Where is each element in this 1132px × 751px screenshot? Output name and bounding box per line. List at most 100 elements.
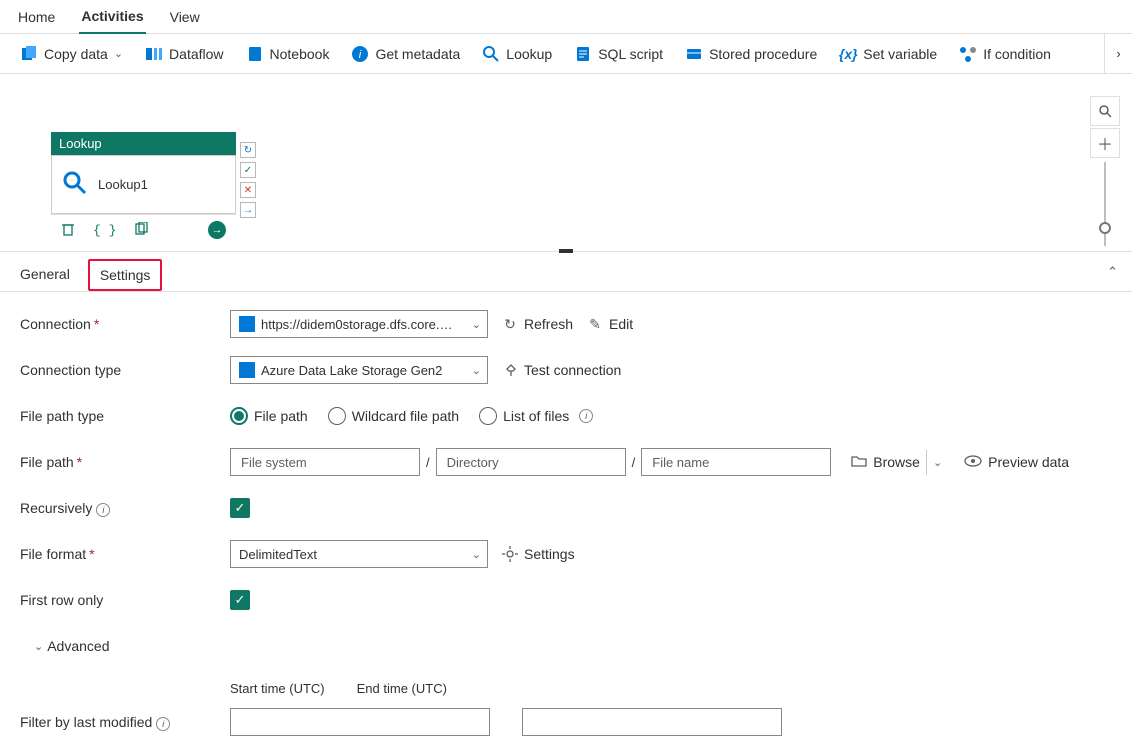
radio-list-of-files[interactable]: List of filesi: [479, 407, 593, 425]
chevron-down-icon: ⌄: [472, 548, 481, 561]
advanced-toggle[interactable]: ⌄ Advanced: [34, 638, 110, 654]
refresh-button[interactable]: ↻ Refresh: [502, 316, 573, 332]
if-condition-icon: [959, 45, 977, 63]
zoom-in-button[interactable]: ＋: [1090, 128, 1120, 158]
connection-select[interactable]: https://didem0storage.dfs.core.w… ⌄: [230, 310, 488, 338]
notebook-icon: [246, 45, 264, 63]
info-icon: i: [156, 717, 170, 731]
connection-type-value: Azure Data Lake Storage Gen2: [261, 363, 442, 378]
plug-icon: [502, 362, 518, 378]
lookup-icon: [482, 45, 500, 63]
preview-data-button[interactable]: Preview data: [964, 454, 1069, 470]
connection-type-select[interactable]: Azure Data Lake Storage Gen2 ⌄: [230, 356, 488, 384]
gear-icon: [502, 546, 518, 562]
dataflow-icon: [145, 45, 163, 63]
ribbon-stored-procedure[interactable]: Stored procedure: [675, 39, 827, 69]
sql-script-icon: [574, 45, 592, 63]
recursively-label: Recursivelyi: [20, 500, 230, 517]
refresh-icon: ↻: [502, 316, 518, 332]
code-icon[interactable]: { }: [93, 223, 116, 238]
stored-procedure-icon: [685, 45, 703, 63]
ribbon-scroll-right[interactable]: ›: [1104, 34, 1132, 73]
menu-view[interactable]: View: [168, 1, 202, 33]
ribbon-dataflow-label: Dataflow: [169, 46, 223, 62]
menu-activities[interactable]: Activities: [79, 0, 145, 34]
start-time-input[interactable]: [230, 708, 490, 736]
badge-skip-icon[interactable]: →: [240, 202, 256, 218]
ribbon-sql-script-label: SQL script: [598, 46, 663, 62]
edit-button[interactable]: ✎ Edit: [587, 316, 633, 332]
activity-name: Lookup1: [98, 177, 148, 192]
ribbon-get-metadata[interactable]: i Get metadata: [341, 39, 470, 69]
ribbon-copy-data-label: Copy data: [44, 46, 108, 62]
activity-lookup-icon: [62, 170, 88, 199]
filter-by-last-modified-label: Filter by last modifiedi: [20, 714, 230, 731]
ribbon-lookup[interactable]: Lookup: [472, 39, 562, 69]
ribbon-copy-data[interactable]: Copy data ⌄: [10, 39, 133, 69]
ribbon-notebook-label: Notebook: [270, 46, 330, 62]
ribbon-sql-script[interactable]: SQL script: [564, 39, 673, 69]
start-time-label: Start time (UTC): [230, 681, 325, 696]
edit-icon: ✎: [587, 316, 603, 332]
chevron-right-icon: ›: [1116, 46, 1120, 61]
edit-label: Edit: [609, 316, 633, 332]
ribbon-lookup-label: Lookup: [506, 46, 552, 62]
ribbon-if-condition-label: If condition: [983, 46, 1051, 62]
radio-wildcard-file-path[interactable]: Wildcard file path: [328, 407, 459, 425]
test-connection-label: Test connection: [524, 362, 621, 378]
arrow-right-icon[interactable]: →: [208, 221, 226, 239]
end-time-input[interactable]: [522, 708, 782, 736]
tab-general[interactable]: General: [16, 257, 74, 291]
recursively-checkbox[interactable]: ✓: [230, 498, 250, 518]
info-icon: i: [579, 409, 593, 423]
file-format-select[interactable]: DelimitedText ⌄: [230, 540, 488, 568]
ribbon-stored-procedure-label: Stored procedure: [709, 46, 817, 62]
badge-success-icon[interactable]: ✓: [240, 162, 256, 178]
zoom-thumb[interactable]: [1099, 222, 1111, 234]
settings-label: Settings: [524, 546, 575, 562]
connection-label: Connection*: [20, 316, 230, 332]
chevron-down-icon: ⌄: [472, 318, 481, 331]
file-format-value: DelimitedText: [239, 547, 317, 562]
info-icon: i: [96, 503, 110, 517]
chevron-down-icon: ⌄: [34, 640, 43, 653]
menu-home[interactable]: Home: [16, 1, 57, 33]
copy-data-icon: [20, 45, 38, 63]
refresh-label: Refresh: [524, 316, 573, 332]
folder-icon: [851, 454, 867, 471]
directory-input[interactable]: [436, 448, 626, 476]
first-row-only-label: First row only: [20, 592, 230, 608]
file-path-type-label: File path type: [20, 408, 230, 424]
chevron-down-icon: ⌄: [114, 47, 123, 60]
browse-button[interactable]: Browse: [851, 454, 920, 471]
collapse-panel-button[interactable]: ⌃: [1107, 264, 1118, 280]
ribbon-get-metadata-label: Get metadata: [375, 46, 460, 62]
file-format-label: File format*: [20, 546, 230, 562]
tab-settings[interactable]: Settings: [88, 259, 163, 291]
activity-card-lookup[interactable]: Lookup Lookup1 { } →: [51, 132, 236, 245]
ribbon-if-condition[interactable]: If condition: [949, 39, 1061, 69]
delete-icon[interactable]: [61, 222, 75, 239]
browse-dropdown[interactable]: ⌄: [926, 450, 948, 475]
connection-type-label: Connection type: [20, 362, 230, 378]
ribbon-dataflow[interactable]: Dataflow: [135, 39, 233, 69]
test-connection-button[interactable]: Test connection: [502, 362, 621, 378]
end-time-label: End time (UTC): [357, 681, 447, 696]
chevron-up-icon: ⌃: [1107, 264, 1118, 279]
datasource-icon: [239, 316, 255, 332]
zoom-fit-button[interactable]: [1090, 96, 1120, 126]
file-system-input[interactable]: [230, 448, 420, 476]
radio-file-path[interactable]: File path: [230, 407, 308, 425]
ribbon-set-variable-label: Set variable: [863, 46, 937, 62]
file-name-input[interactable]: [641, 448, 831, 476]
badge-deactivate-icon[interactable]: ↻: [240, 142, 256, 158]
ribbon-set-variable[interactable]: {x} Set variable: [829, 39, 947, 69]
zoom-slider[interactable]: [1104, 162, 1106, 246]
ribbon-notebook[interactable]: Notebook: [236, 39, 340, 69]
adls-icon: [239, 362, 255, 378]
copy-icon[interactable]: [134, 222, 148, 239]
format-settings-button[interactable]: Settings: [502, 546, 575, 562]
badge-fail-icon[interactable]: ✕: [240, 182, 256, 198]
first-row-only-checkbox[interactable]: ✓: [230, 590, 250, 610]
activity-card-header: Lookup: [51, 132, 236, 155]
